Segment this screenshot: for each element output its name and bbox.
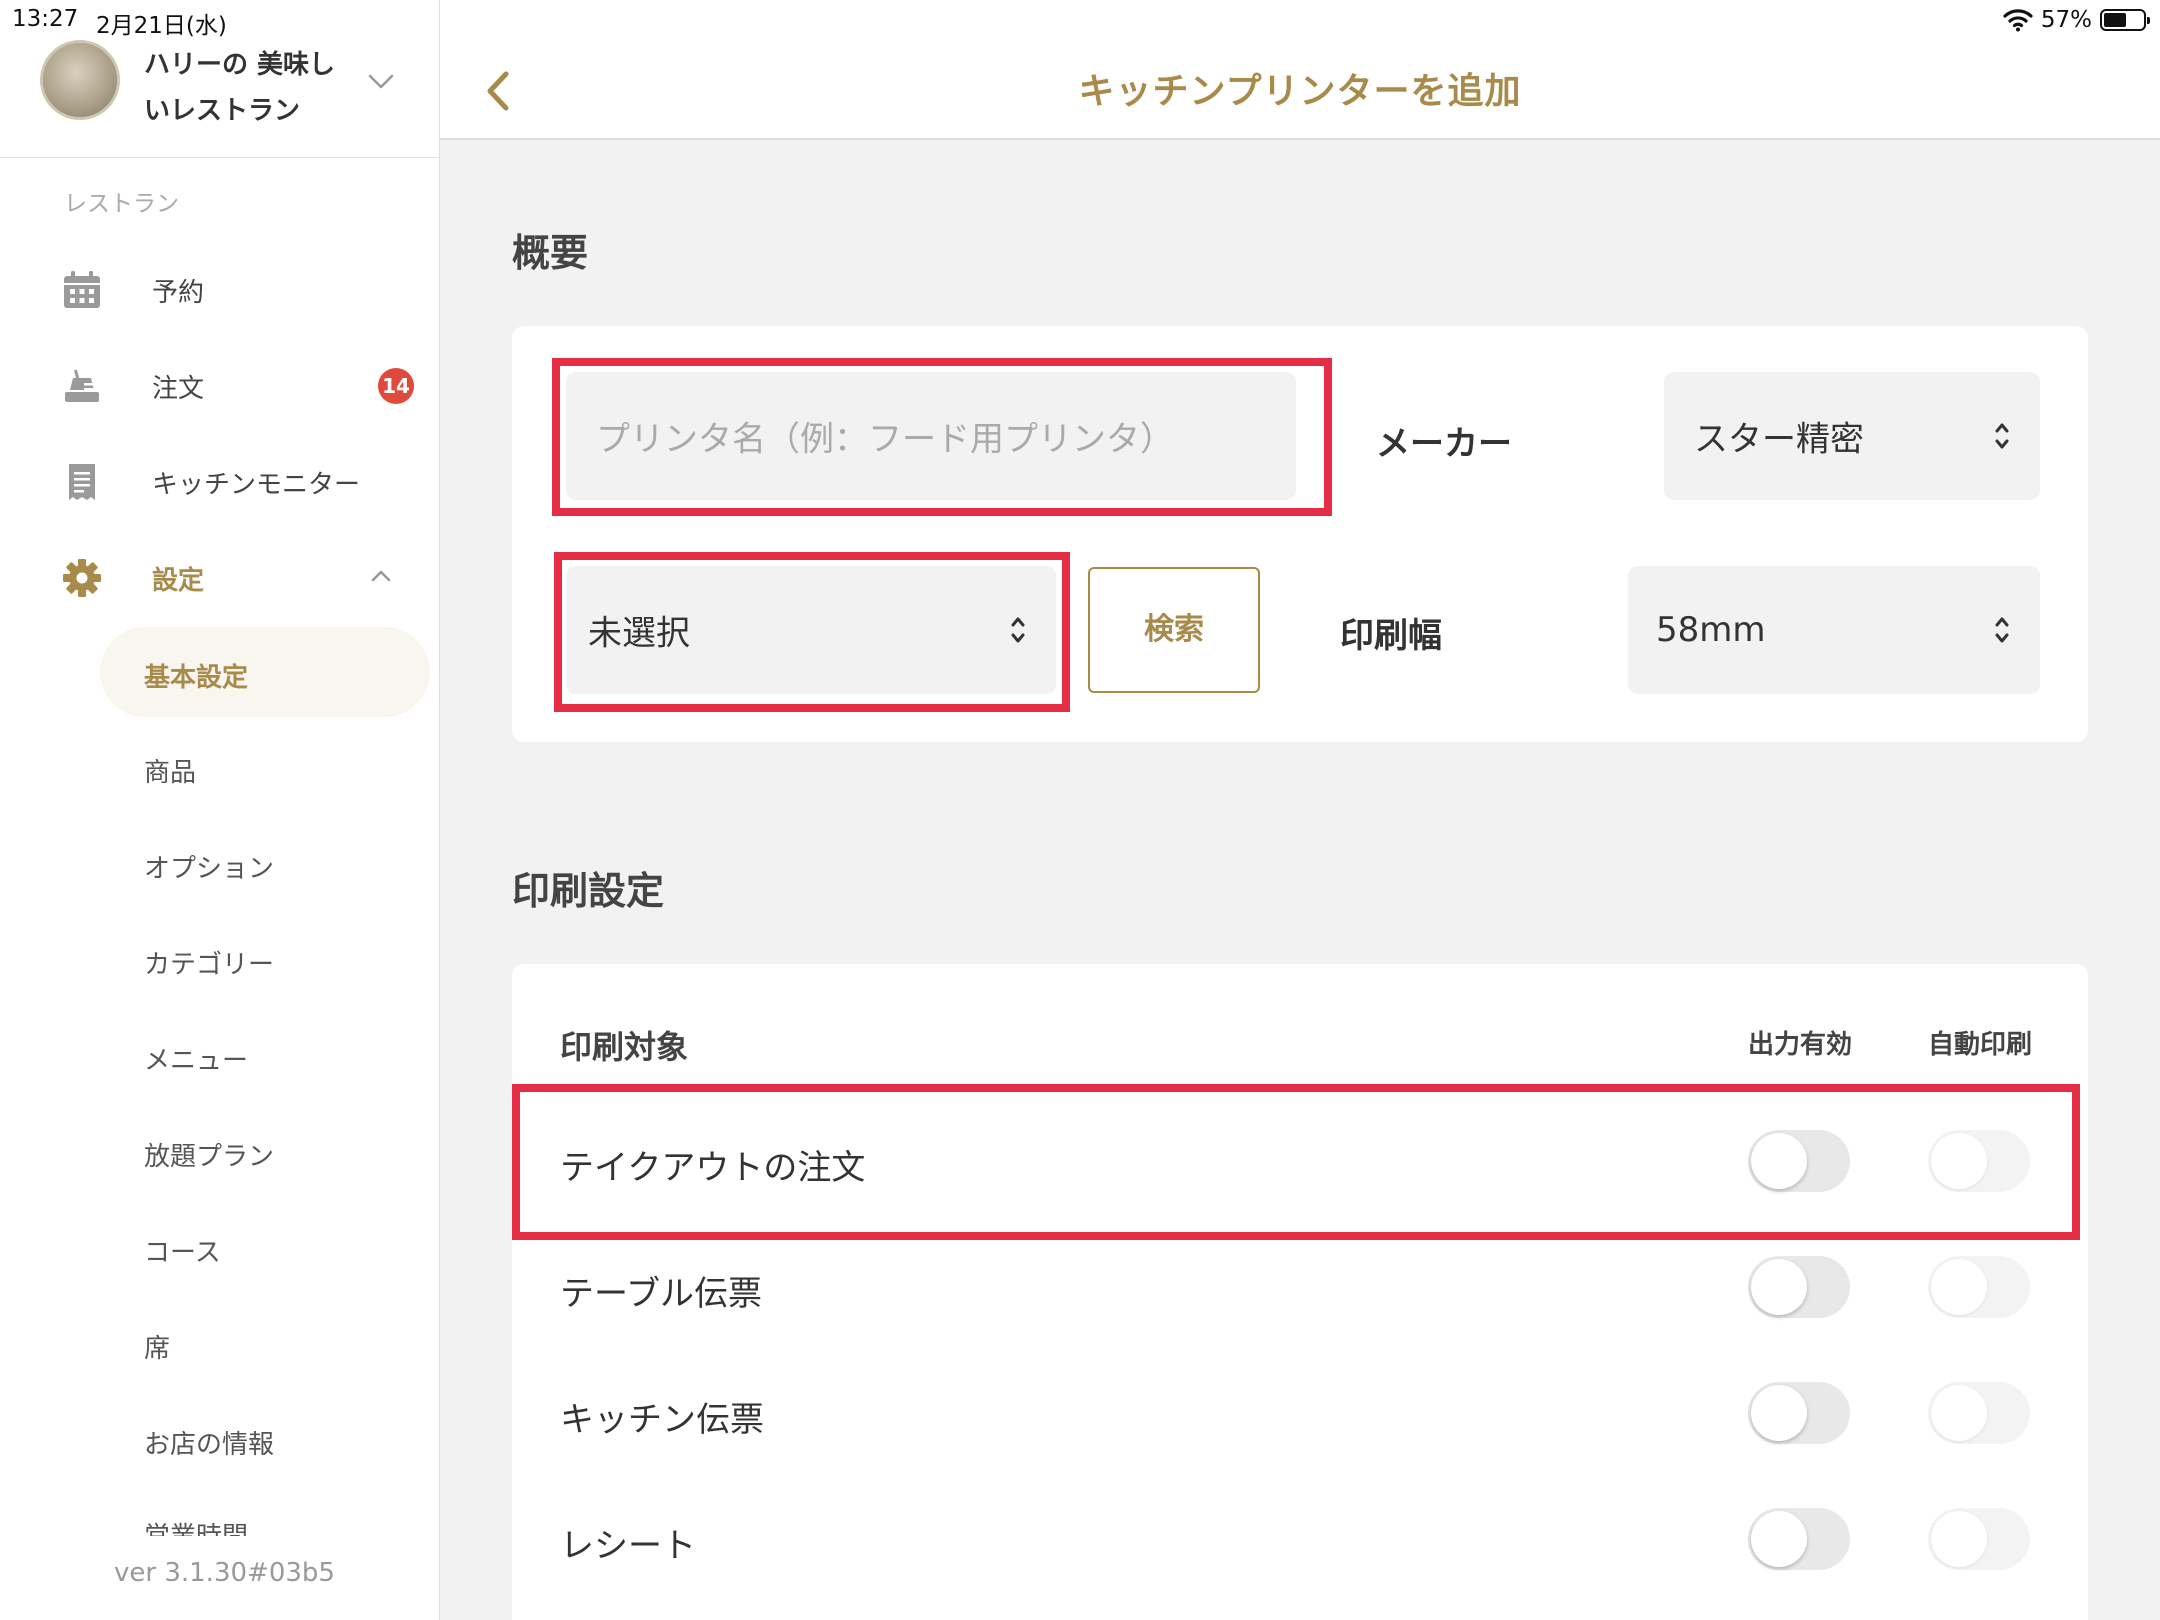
print-width-selected-value: 58mm [1656,610,1766,650]
up-down-arrows-icon [1995,617,2009,643]
sidebar-subitem-menu[interactable]: メニュー [100,1010,430,1100]
sidebar-subitem-label: カテゴリー [144,950,275,980]
sidebar-item-label: キッチンモニター [152,470,361,500]
sidebar-subitem-products[interactable]: 商品 [100,722,430,812]
kitchen-slip-auto-print-toggle[interactable] [1928,1382,2030,1444]
print-target-header: 印刷対象 [560,1028,689,1066]
up-down-arrows-icon [1995,423,2009,449]
sidebar-subitem-basic-settings[interactable]: 基本設定 [100,627,430,717]
toggle-knob [1931,1511,1987,1567]
receipt-auto-print-toggle[interactable] [1928,1508,2030,1570]
sidebar-subitem-label: 営業時間 [144,1522,344,1536]
kitchen-slip-output-toggle[interactable] [1748,1382,1850,1444]
kitchen-slip-label: キッチン伝票 [560,1400,764,1440]
maker-label: メーカー [1376,424,1512,464]
app-version: ver 3.1.30#03b5 [114,1558,335,1588]
sidebar-item-label: 設定 [152,566,205,596]
restaurant-name: ハリーの 美味し いレストラン [144,42,344,134]
sidebar-subitem-label: メニュー [144,1046,249,1076]
table-slip-output-toggle[interactable] [1748,1256,1850,1318]
battery-percentage: 57% [2040,7,2092,33]
receipt-icon [69,464,95,500]
toggle-knob [1751,1259,1807,1315]
sidebar-item-reservations[interactable]: 予約 [0,248,440,328]
sidebar: ハリーの 美味し いレストラン レストラン 予約 注文 14 キッチンモニター … [0,0,440,1620]
page-title: キッチンプリンターを追加 [1078,71,1522,112]
status-date: 2月21日(水) [96,13,227,39]
print-width-label: 印刷幅 [1340,616,1442,656]
restaurant-name-line1: ハリーの 美味し [144,50,336,80]
sidebar-subitem-label: 放題プラン [144,1142,275,1172]
battery-icon [2100,9,2150,31]
chevron-down-icon[interactable] [366,66,396,96]
sidebar-subitem-options[interactable]: オプション [100,818,430,908]
toggle-knob [1751,1385,1807,1441]
receipt-label: レシート [560,1526,696,1566]
takeout-order-label: テイクアウトの注文 [560,1148,866,1188]
table-slip-label: テーブル伝票 [560,1274,762,1314]
calendar-icon [64,271,100,308]
receipt-output-toggle[interactable] [1748,1508,1850,1570]
printer-name-input[interactable]: プリンタ名（例：フード用プリンタ） [566,372,1296,500]
sidebar-subitem-categories[interactable]: カテゴリー [100,914,430,1004]
table-slip-auto-print-toggle[interactable] [1928,1256,2030,1318]
maker-selected-value: スター精密 [1694,419,1864,460]
sidebar-item-kitchen-monitor[interactable]: キッチンモニター [0,440,440,520]
status-time: 13:27 [12,6,79,32]
restaurant-avatar [40,40,120,120]
auto-print-header: 自動印刷 [1928,1030,2033,1060]
maker-select[interactable]: スター精密 [1664,372,2040,500]
sidebar-subitem-label: お店の情報 [144,1430,275,1460]
sidebar-subitem-label: 基本設定 [144,663,249,693]
battery-level-fill [2104,13,2126,27]
sidebar-subitem-store-info[interactable]: お店の情報 [100,1394,430,1484]
takeout-icon [65,369,99,402]
sidebar-subitem-business-hours[interactable]: 営業時間 [144,1522,344,1536]
printer-name-placeholder: プリンタ名（例：フード用プリンタ） [596,419,1174,460]
sidebar-subitem-label: 商品 [144,758,197,788]
connection-select[interactable]: 未選択 [566,566,1056,694]
toggle-knob [1931,1259,1987,1315]
output-enabled-header: 出力有効 [1748,1030,1853,1060]
chevron-up-icon[interactable] [368,566,394,586]
sidebar-item-settings[interactable]: 設定 [0,536,440,616]
sidebar-subitem-label: オプション [144,854,275,884]
status-bar: 13:27 2月21日(水) 57% [0,0,2160,40]
sidebar-item-orders[interactable]: 注文 14 [0,344,440,424]
overview-section-title: 概要 [512,231,589,275]
orders-count-badge: 14 [378,368,414,404]
toggle-knob [1931,1385,1987,1441]
sidebar-item-label: 予約 [152,278,205,308]
restaurant-name-line2: いレストラン [144,96,301,126]
sidebar-subitem-label: コース [144,1238,221,1268]
section-label-restaurant: レストラン [64,191,179,217]
toggle-knob [1751,1133,1807,1189]
sidebar-subitem-all-you-can-plans[interactable]: 放題プラン [100,1106,430,1196]
sidebar-item-label: 注文 [152,374,205,404]
sidebar-subitem-seats[interactable]: 席 [100,1298,430,1388]
takeout-auto-print-toggle[interactable] [1928,1130,2030,1192]
sidebar-subitem-courses[interactable]: コース [100,1202,430,1292]
status-indicators: 57% [2003,4,2150,36]
print-width-select[interactable]: 58mm [1628,566,2040,694]
toggle-knob [1751,1511,1807,1567]
connection-selected-value: 未選択 [588,613,690,654]
sidebar-subitem-label: 席 [144,1334,171,1364]
search-button[interactable]: 検索 [1088,567,1260,693]
print-settings-section-title: 印刷設定 [512,869,665,913]
gear-icon [63,559,101,597]
battery-tip [2147,17,2150,24]
toggle-knob [1931,1133,1987,1189]
takeout-output-toggle[interactable] [1748,1130,1850,1192]
wifi-icon [2003,9,2033,32]
up-down-arrows-icon [1011,617,1025,643]
